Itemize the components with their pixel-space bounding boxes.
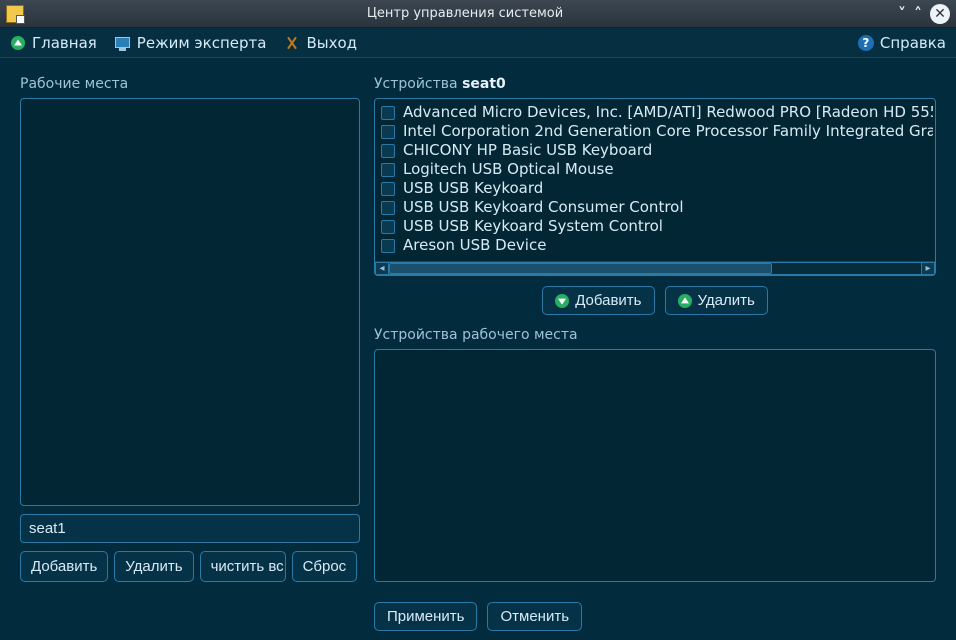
toolbar-help[interactable]: ? Справка [858,34,946,52]
add-device-button[interactable]: Добавить [542,286,654,315]
scroll-track[interactable] [389,262,921,275]
device-label: CHICONY HP Basic USB Keyboard [403,141,652,160]
minimize-icon[interactable]: ˅ [898,4,906,23]
device-checkbox[interactable] [381,220,395,234]
device-checkbox[interactable] [381,163,395,177]
devices-hscroll: ◂ ▸ [375,261,935,275]
device-label: Areson USB Device [403,236,546,255]
arrow-up-icon [678,294,692,308]
help-icon: ? [858,35,874,51]
arrow-down-icon [555,294,569,308]
device-row[interactable]: Intel Corporation 2nd Generation Core Pr… [381,122,933,141]
device-label: USB USB Keykoard [403,179,543,198]
workplaces-list[interactable] [20,98,360,506]
scroll-thumb[interactable] [389,263,772,274]
titlebar: Центр управления системой ˅ ˄ ✕ [0,0,956,28]
exit-icon [284,35,300,51]
arrow-up-icon [10,35,26,51]
devices-label: Устройства seat0 [374,76,936,92]
app-icon [6,5,24,23]
toolbar-expert[interactable]: Режим эксперта [115,34,267,52]
clear-all-button[interactable]: чистить вс [200,551,286,582]
workplaces-column: Рабочие места Добавить Удалить чистить в… [20,76,360,582]
maximize-icon[interactable]: ˄ [914,4,922,23]
close-icon[interactable]: ✕ [930,4,950,24]
workplace-buttons: Добавить Удалить чистить вс Сброс [20,551,360,582]
device-row[interactable]: USB USB Keykoard System Control [381,217,933,236]
device-row[interactable]: Logitech USB Optical Mouse [381,160,933,179]
device-checkbox[interactable] [381,182,395,196]
footer: Применить Отменить [0,592,956,640]
device-row[interactable]: USB USB Keykoard Consumer Control [381,198,933,217]
add-device-label: Добавить [575,292,641,309]
monitor-icon [115,35,131,51]
available-devices-panel: Advanced Micro Devices, Inc. [AMD/ATI] R… [374,98,936,276]
toolbar-exit-label: Выход [306,34,357,52]
device-label: USB USB Keykoard Consumer Control [403,198,684,217]
ws-devices-label: Устройства рабочего места [374,327,936,343]
toolbar-home-label: Главная [32,34,97,52]
scroll-left-icon[interactable]: ◂ [375,262,389,275]
window-controls: ˅ ˄ ✕ [898,4,950,24]
available-devices-list[interactable]: Advanced Micro Devices, Inc. [AMD/ATI] R… [375,99,935,261]
workstation-devices-panel[interactable] [374,349,936,582]
apply-button[interactable]: Применить [374,602,478,631]
toolbar-exit[interactable]: Выход [284,34,357,52]
delete-seat-button[interactable]: Удалить [114,551,193,582]
device-row[interactable]: Areson USB Device [381,236,933,255]
window-title: Центр управления системой [32,6,898,21]
cancel-button[interactable]: Отменить [487,602,582,631]
device-checkbox[interactable] [381,106,395,120]
device-checkbox[interactable] [381,201,395,215]
devices-column: Устройства seat0 Advanced Micro Devices,… [374,76,936,582]
device-checkbox[interactable] [381,144,395,158]
scroll-right-icon[interactable]: ▸ [921,262,935,275]
devices-label-seat: seat0 [462,76,506,92]
device-checkbox[interactable] [381,239,395,253]
device-row[interactable]: CHICONY HP Basic USB Keyboard [381,141,933,160]
remove-device-label: Удалить [698,292,755,309]
reset-button[interactable]: Сброс [292,551,358,582]
toolbar-expert-label: Режим эксперта [137,34,267,52]
toolbar: Главная Режим эксперта Выход ? Справка [0,28,956,58]
toolbar-help-label: Справка [880,34,946,52]
seat-name-input[interactable] [20,514,360,543]
remove-device-button[interactable]: Удалить [665,286,768,315]
device-label: Logitech USB Optical Mouse [403,160,614,179]
move-device-buttons: Добавить Удалить [374,286,936,315]
device-checkbox[interactable] [381,125,395,139]
add-seat-button[interactable]: Добавить [20,551,108,582]
device-row[interactable]: USB USB Keykoard [381,179,933,198]
device-label: USB USB Keykoard System Control [403,217,663,236]
workplaces-label: Рабочие места [20,76,360,92]
devices-label-prefix: Устройства [374,76,462,92]
device-row[interactable]: Advanced Micro Devices, Inc. [AMD/ATI] R… [381,103,933,122]
toolbar-home[interactable]: Главная [10,34,97,52]
device-label: Intel Corporation 2nd Generation Core Pr… [403,122,933,141]
device-label: Advanced Micro Devices, Inc. [AMD/ATI] R… [403,103,933,122]
main-content: Рабочие места Добавить Удалить чистить в… [0,58,956,592]
